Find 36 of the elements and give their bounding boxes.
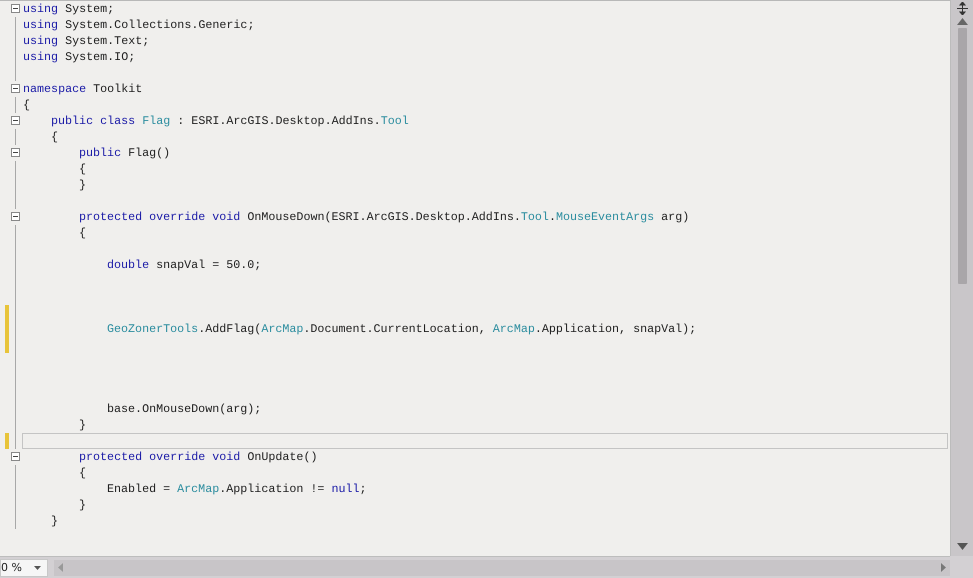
- scroll-right-icon[interactable]: [941, 563, 946, 572]
- scrollbar-thumb[interactable]: [958, 28, 966, 284]
- code-line: {: [23, 98, 30, 112]
- code-line: }: [79, 178, 86, 192]
- code-line: {: [79, 466, 86, 480]
- code-line: GeoZonerTools.AddFlag(ArcMap.Document.CurrentLocation, ArcMap.Application, snapVal);: [107, 322, 696, 336]
- code-line: namespace Toolkit: [23, 82, 142, 96]
- split-icon[interactable]: [956, 2, 968, 15]
- code-line: public class Flag : ESRI.ArcGIS.Desktop.AddIns.Tool: [51, 114, 409, 128]
- scroll-down-icon[interactable]: [956, 543, 968, 550]
- code-line: public Flag(): [79, 146, 170, 160]
- code-line: protected override void OnUpdate(): [79, 450, 318, 464]
- code-line: using System.Text;: [23, 34, 150, 48]
- code-line: using System.IO;: [23, 50, 136, 64]
- code-line: }: [51, 514, 58, 528]
- code-line: {: [79, 162, 86, 176]
- collapse-icon[interactable]: [11, 452, 20, 461]
- horizontal-scrollbar[interactable]: [54, 560, 950, 576]
- code-line: double snapVal = 50.0;: [107, 258, 262, 272]
- code-line: }: [79, 498, 86, 512]
- collapse-icon[interactable]: [11, 116, 20, 125]
- code-line: using System;: [23, 2, 114, 16]
- collapse-icon[interactable]: [11, 148, 20, 157]
- caret-icon: [34, 566, 41, 570]
- collapse-icon[interactable]: [11, 84, 20, 93]
- scroll-up-icon[interactable]: [956, 18, 968, 25]
- code-line: }: [79, 418, 86, 432]
- collapse-icon[interactable]: [11, 212, 20, 221]
- zoom-combo[interactable]: 0 %: [0, 558, 48, 576]
- code-line: Enabled = ArcMap.Application != null;: [107, 482, 367, 496]
- code-line: {: [51, 130, 58, 144]
- code-line: base.OnMouseDown(arg);: [107, 402, 262, 416]
- collapse-icon[interactable]: [11, 4, 20, 13]
- code-line: protected override void OnMouseDown(ESRI.ArcGIS.Desktop.AddIns.Tool.MouseEventArgs arg): [79, 210, 690, 224]
- code-line: {: [79, 226, 86, 240]
- code-line: using System.Collections.Generic;: [23, 18, 254, 32]
